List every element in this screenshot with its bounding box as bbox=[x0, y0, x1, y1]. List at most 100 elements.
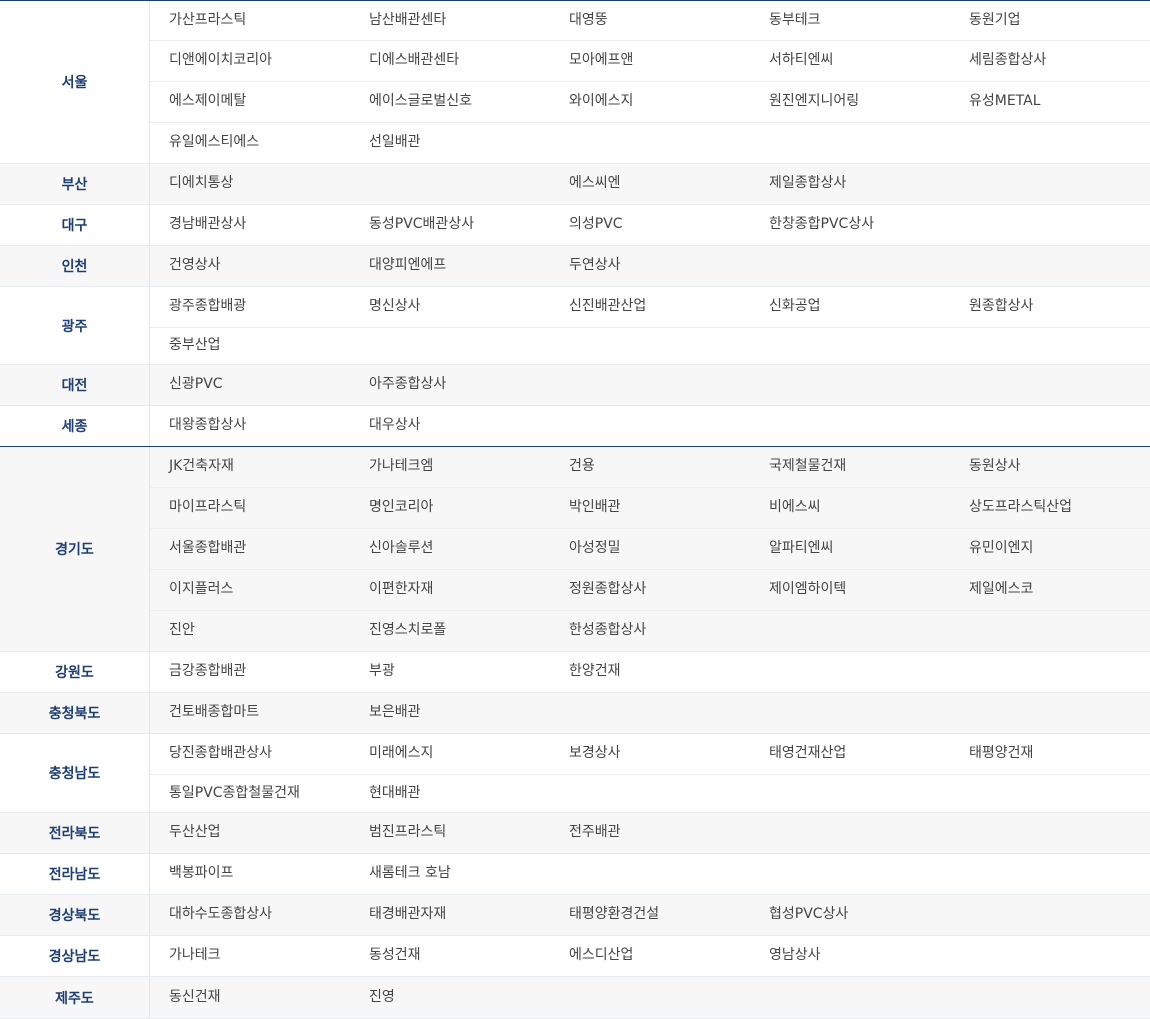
dealer-name[interactable]: 제이엠하이텍 bbox=[750, 570, 950, 610]
dealer-name[interactable]: 선일배관 bbox=[350, 123, 550, 163]
dealer-name[interactable]: 태평양건재 bbox=[950, 734, 1150, 774]
dealer-name[interactable]: 원종합상사 bbox=[950, 287, 1150, 327]
dealer-name[interactable]: 가나테크엠 bbox=[350, 447, 550, 487]
dealer-name[interactable]: 건토배종합마트 bbox=[150, 693, 350, 733]
dealer-name[interactable]: 원진엔지니어링 bbox=[750, 82, 950, 122]
dealer-name[interactable]: 상도프라스틱산업 bbox=[950, 488, 1150, 528]
dealer-name[interactable]: 디앤에이치코리아 bbox=[150, 41, 350, 81]
region-name: 경기도 bbox=[0, 447, 150, 651]
dealer-name[interactable]: 경남배관상사 bbox=[150, 205, 350, 245]
dealer-name[interactable]: 동신건재 bbox=[150, 977, 350, 1018]
dealer-name[interactable]: JK건축자재 bbox=[150, 447, 350, 487]
dealer-name[interactable]: 남산배관센타 bbox=[350, 1, 550, 40]
dealer-name[interactable]: 신화공업 bbox=[750, 287, 950, 327]
dealer-name[interactable]: 통일PVC종합철물건재 bbox=[150, 775, 350, 812]
dealer-list: 백봉파이프 새롬테크 호남 bbox=[150, 854, 1150, 894]
dealer-name[interactable]: 한성종합상사 bbox=[550, 611, 750, 651]
dealer-name[interactable]: 에스디산업 bbox=[550, 936, 750, 976]
dealer-name[interactable]: 전주배관 bbox=[550, 813, 750, 853]
dealer-name[interactable]: 중부산업 bbox=[150, 328, 350, 364]
dealer-name[interactable]: 보경상사 bbox=[550, 734, 750, 774]
dealer-name[interactable]: 대영뚱 bbox=[550, 1, 750, 40]
dealer-name[interactable]: 가나테크 bbox=[150, 936, 350, 976]
dealer-name[interactable]: 아성정밀 bbox=[550, 529, 750, 569]
dealer-name[interactable]: 서하티엔씨 bbox=[750, 41, 950, 81]
dealer-name[interactable]: 와이에스지 bbox=[550, 82, 750, 122]
dealer-name[interactable]: 유일에스티에스 bbox=[150, 123, 350, 163]
dealer-name[interactable]: 아주종합상사 bbox=[350, 365, 550, 405]
dealer-name[interactable]: 부광 bbox=[350, 652, 550, 692]
region-block: 부산 디에치통상 에스씨엔 제일종합상사 bbox=[0, 164, 1150, 205]
dealer-name[interactable]: 이편한자재 bbox=[350, 570, 550, 610]
region-name: 경상북도 bbox=[0, 895, 150, 935]
dealer-name[interactable]: 건영상사 bbox=[150, 246, 350, 286]
dealer-name[interactable]: 한창종합PVC상사 bbox=[750, 205, 950, 245]
dealer-name[interactable]: 정원종합상사 bbox=[550, 570, 750, 610]
dealer-name[interactable]: 신광PVC bbox=[150, 365, 350, 405]
dealer-name[interactable]: 진안 bbox=[150, 611, 350, 651]
dealer-name[interactable]: 태경배관자재 bbox=[350, 895, 550, 935]
dealer-name[interactable]: 대양피엔에프 bbox=[350, 246, 550, 286]
dealer-name[interactable]: 명인코리아 bbox=[350, 488, 550, 528]
dealer-name[interactable]: 에이스글로벌신호 bbox=[350, 82, 550, 122]
dealer-name[interactable]: 동원상사 bbox=[950, 447, 1150, 487]
dealer-name[interactable]: 신아솔루션 bbox=[350, 529, 550, 569]
dealer-name bbox=[750, 611, 950, 651]
dealer-name[interactable]: 미래에스지 bbox=[350, 734, 550, 774]
dealer-name[interactable]: 동부테크 bbox=[750, 1, 950, 40]
dealer-name[interactable]: 태평양환경건설 bbox=[550, 895, 750, 935]
dealer-name[interactable]: 건용 bbox=[550, 447, 750, 487]
dealer-name[interactable]: 현대배관 bbox=[350, 775, 550, 812]
region-block: 광주 광주종합배광 명신상사 신진배관산업 신화공업 원종합상사 중부산업 bbox=[0, 287, 1150, 365]
dealer-name[interactable]: 당진종합배관상사 bbox=[150, 734, 350, 774]
dealer-name[interactable]: 대왕종합상사 bbox=[150, 406, 350, 446]
dealer-name[interactable]: 영남상사 bbox=[750, 936, 950, 976]
dealer-name[interactable]: 유성METAL bbox=[950, 82, 1150, 122]
dealer-name[interactable]: 세림종합상사 bbox=[950, 41, 1150, 81]
dealer-name[interactable]: 한양건재 bbox=[550, 652, 750, 692]
dealer-name[interactable]: 동성PVC배관상사 bbox=[350, 205, 550, 245]
dealer-name[interactable]: 모아에프앤 bbox=[550, 41, 750, 81]
dealer-name[interactable]: 국제철물건재 bbox=[750, 447, 950, 487]
dealer-name[interactable]: 범진프라스틱 bbox=[350, 813, 550, 853]
dealer-name[interactable]: 제일에스코 bbox=[950, 570, 1150, 610]
dealer-name[interactable]: 백봉파이프 bbox=[150, 854, 350, 894]
dealer-name[interactable]: 진영스치로폴 bbox=[350, 611, 550, 651]
region-block: 전라북도 두산산업 범진프라스틱 전주배관 bbox=[0, 813, 1150, 854]
dealer-name[interactable]: 명신상사 bbox=[350, 287, 550, 327]
dealer-name[interactable]: 신진배관산업 bbox=[550, 287, 750, 327]
dealer-name[interactable]: 광주종합배광 bbox=[150, 287, 350, 327]
dealer-name[interactable]: 진영 bbox=[350, 977, 550, 1018]
dealer-name[interactable]: 디에치통상 bbox=[150, 164, 350, 204]
dealer-name[interactable]: 알파티엔씨 bbox=[750, 529, 950, 569]
dealer-name bbox=[750, 854, 950, 894]
dealer-row: 대하수도종합상사 태경배관자재 태평양환경건설 협성PVC상사 bbox=[150, 895, 1150, 935]
dealer-name[interactable]: 금강종합배관 bbox=[150, 652, 350, 692]
dealer-name[interactable]: 두연상사 bbox=[550, 246, 750, 286]
dealer-name[interactable]: 에스제이메탈 bbox=[150, 82, 350, 122]
region-block: 대전 신광PVC 아주종합상사 bbox=[0, 365, 1150, 406]
dealer-name[interactable]: 제일종합상사 bbox=[750, 164, 950, 204]
dealer-name[interactable]: 서울종합배관 bbox=[150, 529, 350, 569]
dealer-name[interactable]: 디에스배관센타 bbox=[350, 41, 550, 81]
dealer-name[interactable]: 동성건재 bbox=[350, 936, 550, 976]
dealer-name[interactable]: 새롬테크 호남 bbox=[350, 854, 550, 894]
dealer-name bbox=[950, 693, 1150, 733]
dealer-name[interactable]: 의성PVC bbox=[550, 205, 750, 245]
dealer-name[interactable]: 협성PVC상사 bbox=[750, 895, 950, 935]
dealer-name[interactable]: 에스씨엔 bbox=[550, 164, 750, 204]
dealer-name[interactable]: 마이프라스틱 bbox=[150, 488, 350, 528]
dealer-name[interactable]: 태영건재산업 bbox=[750, 734, 950, 774]
dealer-name[interactable]: 비에스씨 bbox=[750, 488, 950, 528]
dealer-name[interactable]: 보은배관 bbox=[350, 693, 550, 733]
dealer-name[interactable]: 두산산업 bbox=[150, 813, 350, 853]
dealer-name bbox=[550, 693, 750, 733]
dealer-name[interactable]: 대우상사 bbox=[350, 406, 550, 446]
dealer-name[interactable]: 가산프라스틱 bbox=[150, 1, 350, 40]
dealer-name bbox=[750, 652, 950, 692]
dealer-name[interactable]: 동원기업 bbox=[950, 1, 1150, 40]
dealer-name[interactable]: 대하수도종합상사 bbox=[150, 895, 350, 935]
dealer-name[interactable]: 유민이엔지 bbox=[950, 529, 1150, 569]
dealer-name[interactable]: 박인배관 bbox=[550, 488, 750, 528]
dealer-name[interactable]: 이지플러스 bbox=[150, 570, 350, 610]
